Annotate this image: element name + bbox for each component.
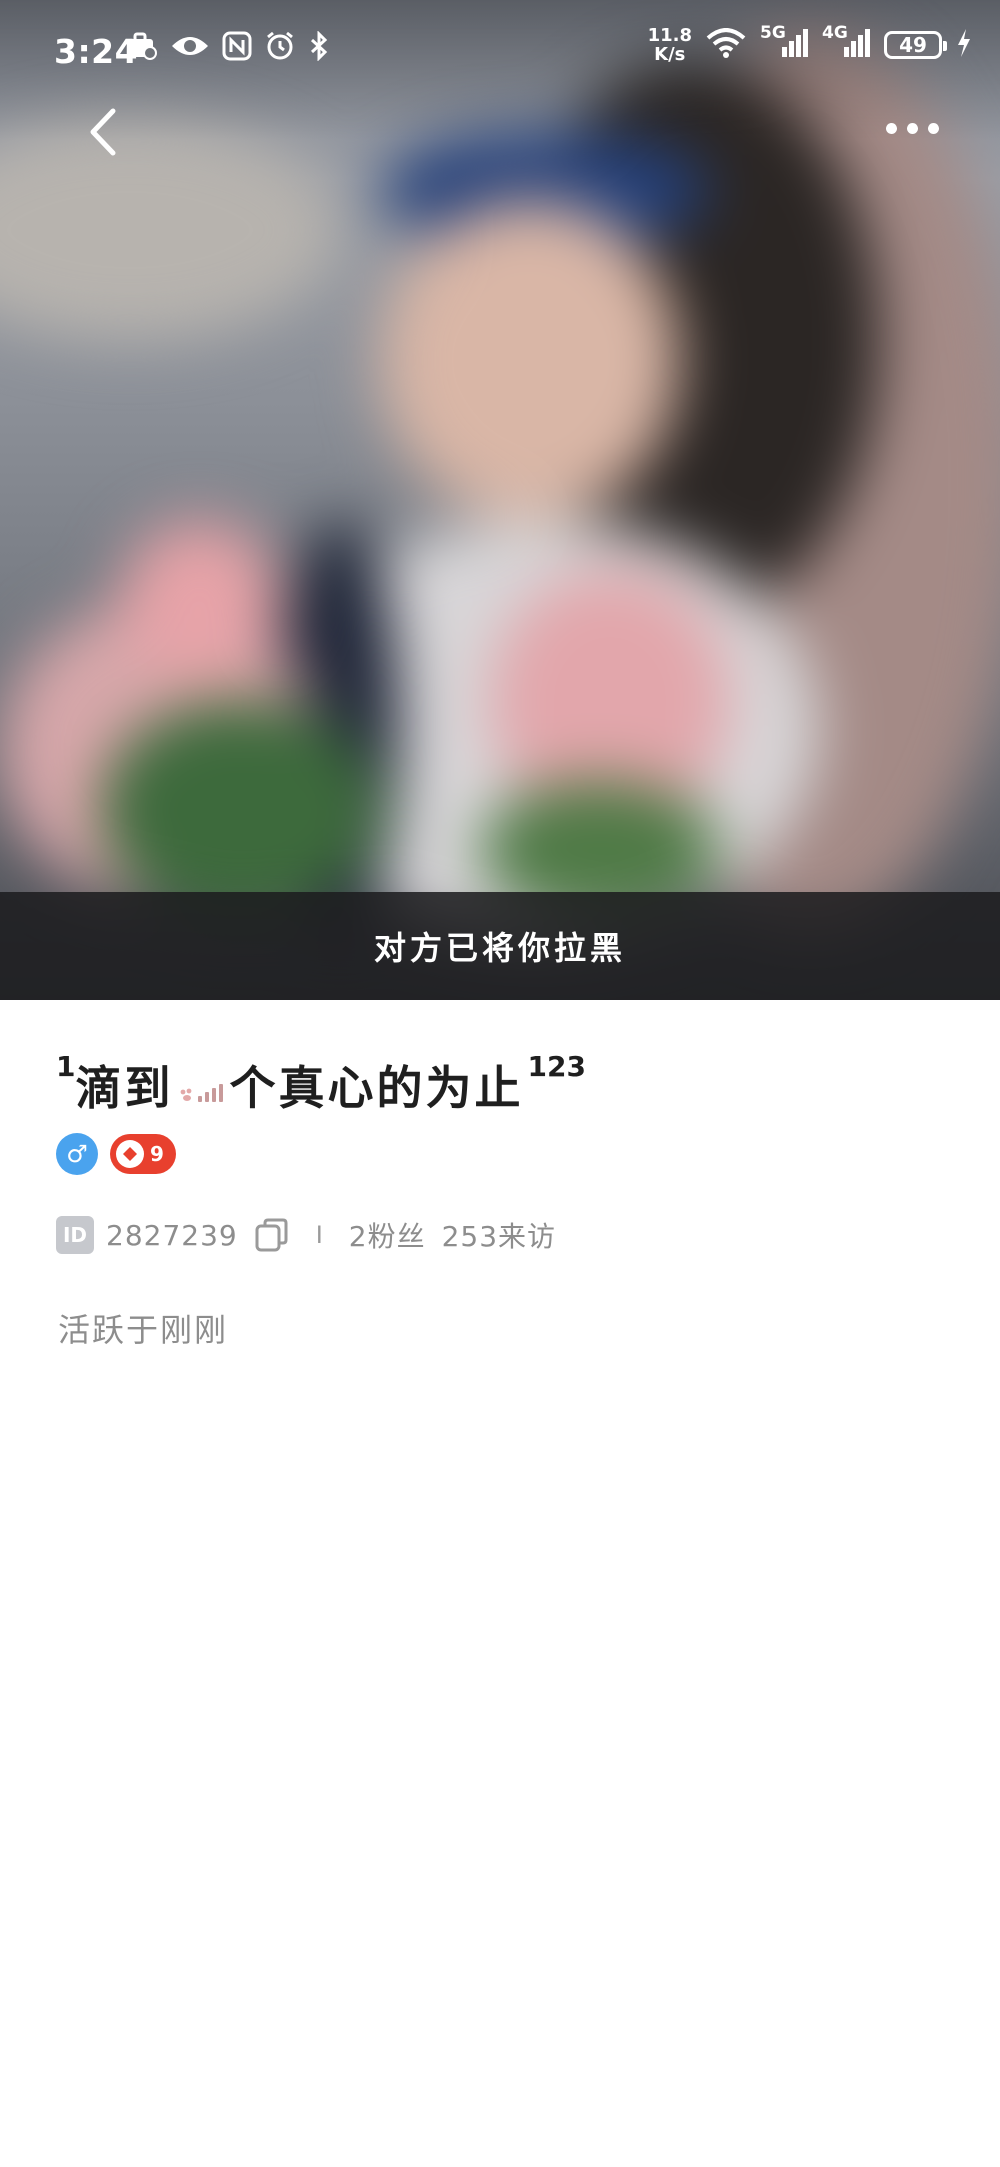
nickname-suffix-superscript: 123	[527, 1050, 586, 1083]
copy-icon	[255, 1218, 288, 1252]
meta-separator: I	[315, 1221, 323, 1249]
signal-5g-label: 5G	[760, 22, 786, 43]
level-number: 9	[150, 1142, 164, 1166]
alarm-icon	[264, 30, 296, 66]
more-horizontal-icon	[885, 122, 897, 134]
net-speed: 11.8 K/s	[648, 26, 692, 64]
profile-nickname: 1 滴到 个真心的为止 123	[56, 1050, 586, 1118]
wifi-icon	[706, 28, 746, 62]
bluetooth-icon	[308, 30, 330, 65]
nickname-part-1: 滴到	[75, 1061, 174, 1115]
signal-5g-icon: 5G	[760, 23, 808, 64]
chevron-left-icon	[90, 108, 116, 156]
diamond-icon	[116, 1140, 144, 1168]
user-id: 2827239	[106, 1218, 238, 1252]
eye-icon	[170, 32, 210, 64]
status-bar: 3:24 11.8 K/s 5G 4G 49	[0, 0, 1000, 100]
visitors-count[interactable]: 253来访	[442, 1215, 556, 1255]
active-status: 活跃于刚刚	[58, 1311, 229, 1349]
nickname-part-2: 个真心的为止	[229, 1061, 524, 1115]
male-icon: ♂	[66, 1140, 88, 1168]
blocked-banner: 对方已将你拉黑	[0, 892, 1000, 1000]
paw-icon	[181, 1088, 192, 1101]
profile-badges: ♂ 9	[56, 1133, 176, 1175]
more-horizontal-icon	[906, 122, 918, 134]
level-badge[interactable]: 9	[110, 1134, 176, 1174]
status-left-icons	[124, 30, 330, 66]
net-speed-unit: K/s	[654, 44, 686, 65]
signal-4g-label: 4G	[822, 22, 848, 43]
status-right-icons: 11.8 K/s 5G 4G 49	[648, 23, 972, 64]
fans-count[interactable]: 2粉丝	[349, 1215, 426, 1255]
more-horizontal-icon	[927, 122, 939, 134]
profile-cover	[0, 0, 1000, 1000]
copy-id-button[interactable]	[254, 1217, 290, 1253]
cover-top-shade	[0, 0, 1000, 1000]
more-button[interactable]	[872, 108, 952, 148]
battery-icon: 49	[884, 31, 947, 59]
bag-icon	[124, 31, 158, 65]
back-button[interactable]	[72, 102, 132, 162]
signal-4g-icon: 4G	[822, 23, 870, 64]
battery-level: 49	[899, 33, 927, 57]
nickname-signal-emoji	[179, 1082, 224, 1102]
net-speed-value: 11.8	[647, 25, 692, 46]
charging-icon	[956, 28, 972, 62]
nickname-prefix-superscript: 1	[56, 1050, 76, 1083]
nfc-icon	[222, 31, 252, 65]
id-icon: ID	[56, 1216, 94, 1254]
profile-meta: ID 2827239 I 2粉丝 253来访	[56, 1215, 572, 1255]
gender-badge: ♂	[56, 1133, 98, 1175]
